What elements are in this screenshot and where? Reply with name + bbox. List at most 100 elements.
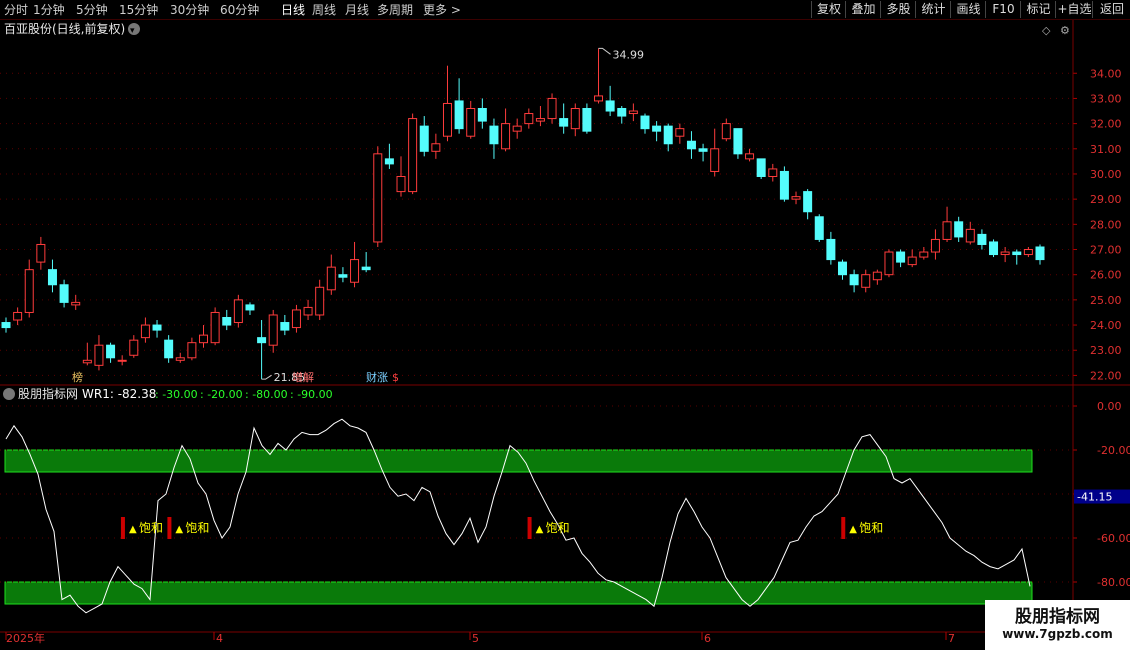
candle-body: [872, 271, 882, 281]
period-tab[interactable]: 更多 >: [423, 2, 461, 18]
period-tab[interactable]: 1分钟: [33, 2, 65, 18]
candle-body: [698, 148, 708, 152]
event-tag[interactable]: $: [392, 371, 399, 384]
candle-body: [930, 238, 940, 253]
candle-body: [663, 125, 673, 145]
candle-body: [489, 125, 499, 145]
price-tick-label: 29.00: [1090, 193, 1122, 206]
warning-triangle-icon: ▲: [175, 524, 183, 535]
candle-body: [559, 118, 569, 127]
candle-body: [210, 311, 220, 344]
level-value: : -20.00: [200, 388, 243, 401]
price-tick-label: 30.00: [1090, 168, 1122, 181]
event-tag[interactable]: 财涨: [366, 370, 388, 384]
candle-body: [47, 269, 57, 286]
event-tag[interactable]: 榜: [72, 370, 83, 384]
toolbar-button[interactable]: 返回: [1092, 1, 1130, 18]
period-tab[interactable]: 60分钟: [220, 2, 259, 18]
candle-body: [733, 128, 743, 155]
period-tab[interactable]: 月线: [345, 2, 369, 18]
toolbar-button[interactable]: F10: [985, 1, 1021, 18]
signal-marker: [167, 517, 172, 539]
candle-body: [849, 274, 859, 286]
watermark-title: 股朋指标网: [1015, 607, 1100, 627]
candle-body: [524, 113, 534, 125]
candle-body: [117, 359, 127, 362]
lower-band: [4, 581, 1033, 605]
candle-body: [175, 357, 185, 361]
candle-body: [71, 301, 81, 306]
signal-label: 饱和: [185, 520, 209, 535]
wr-tick-label: 0.00: [1097, 400, 1122, 413]
candle-body: [326, 266, 336, 291]
candle-body: [652, 125, 662, 132]
wr-tick-label: -20.00: [1097, 444, 1130, 457]
candle-body: [419, 125, 429, 152]
candle-body: [791, 196, 801, 200]
candle-body: [710, 148, 720, 172]
candle-body: [384, 158, 394, 165]
period-tab[interactable]: 15分钟: [119, 2, 158, 18]
candle-body: [350, 259, 360, 283]
current-value-label: -41.15: [1077, 491, 1112, 504]
warning-triangle-icon: ▲: [129, 524, 137, 535]
candle-body: [512, 125, 522, 132]
warning-triangle-icon: ▲: [536, 524, 544, 535]
toolbar-button[interactable]: 叠加: [845, 1, 881, 18]
candle-body: [686, 140, 696, 150]
price-tick-label: 26.00: [1090, 269, 1122, 282]
candle-body: [477, 108, 487, 122]
price-tick-label: 34.00: [1090, 67, 1122, 80]
candle-body: [268, 314, 278, 346]
signal-label: 饱和: [859, 520, 883, 535]
high-pointer: [598, 47, 611, 55]
stock-title: 百亚股份(日线,前复权): [4, 21, 125, 36]
candle-body: [373, 153, 383, 243]
period-toolbar: 分时 1分钟 5分钟 15分钟 30分钟 60分钟 日线 周线 月线 多周期 更多 > 复权 叠加 多股统…: [0, 0, 1130, 20]
period-tab[interactable]: 多周期: [377, 2, 413, 18]
period-tab[interactable]: 周线: [312, 2, 336, 18]
candlestick-panel: 百亚股份(日线,前复权) ▾ ◇ ⚙ 34.00 33.00 32.00 31.00 30.00…: [0, 21, 1122, 384]
candle-body: [942, 221, 952, 240]
candle-body: [59, 284, 69, 303]
indicator-menu-icon[interactable]: [3, 388, 15, 400]
period-tab[interactable]: 30分钟: [170, 2, 209, 18]
toolbar-button[interactable]: 复权: [811, 1, 846, 18]
watermark-url: www.7gpzb.com: [1002, 627, 1113, 641]
candle-body: [257, 337, 267, 344]
candle-body: [222, 316, 232, 326]
price-tick-label: 32.00: [1090, 118, 1122, 131]
candle-body: [13, 311, 23, 321]
toolbar-button[interactable]: 统计: [915, 1, 951, 18]
toolbar-button[interactable]: +自选: [1055, 1, 1093, 18]
candle-body: [1012, 251, 1022, 256]
time-label: 2025年: [6, 631, 45, 645]
period-tab[interactable]: 5分钟: [76, 2, 108, 18]
time-label: 6: [704, 632, 711, 645]
candle-body: [907, 256, 917, 266]
signal-marker: [527, 517, 532, 539]
candle-body: [303, 306, 313, 316]
level-value: : -90.00: [290, 388, 333, 401]
candle-body: [896, 251, 906, 263]
candle-body: [640, 115, 650, 130]
candle-body: [82, 359, 92, 364]
event-tag[interactable]: 增解: [292, 370, 314, 384]
signal-label: 饱和: [139, 520, 163, 535]
candle-body: [756, 158, 766, 177]
wr-value-label: WR1: -82.38: [82, 387, 156, 401]
candle-body: [721, 123, 731, 140]
candle-body: [245, 304, 255, 311]
candle-body: [36, 243, 46, 263]
toolbar-button[interactable]: 画线: [950, 1, 986, 18]
candle-body: [989, 241, 999, 256]
diamond-icon: ◇: [1042, 24, 1051, 37]
price-tick-label: 25.00: [1090, 294, 1122, 307]
toolbar-button[interactable]: 多股: [880, 1, 916, 18]
toolbar-button[interactable]: 标记: [1020, 1, 1056, 18]
period-tab[interactable]: 分时: [4, 2, 28, 18]
period-tab[interactable]: 日线: [281, 2, 305, 18]
candle-body: [605, 100, 615, 112]
candle-body: [164, 339, 174, 359]
candle-body: [535, 118, 545, 122]
